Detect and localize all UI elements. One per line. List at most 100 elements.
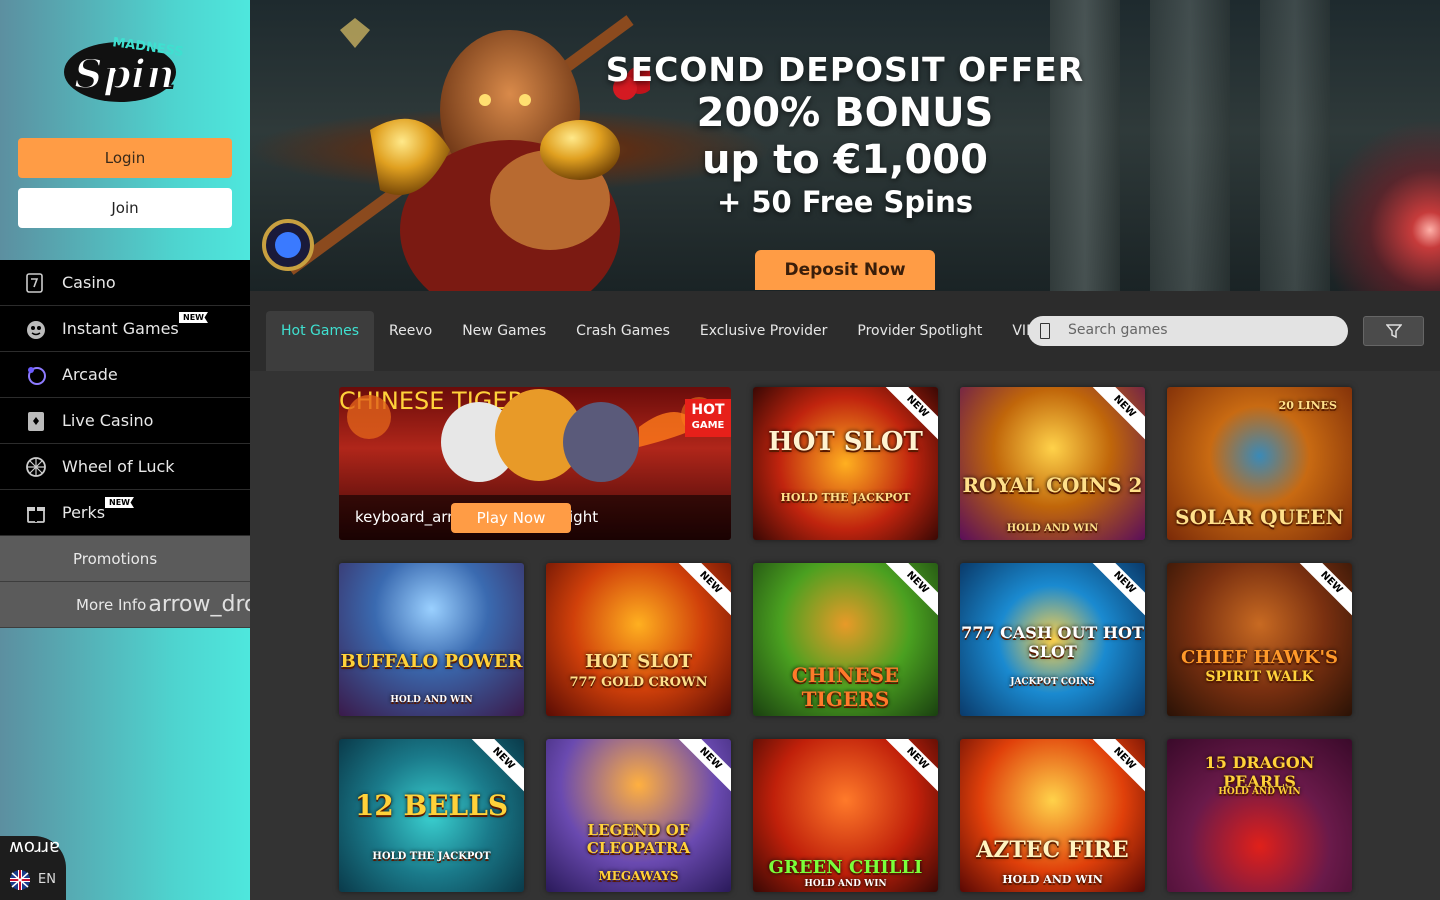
game-card[interactable]: HOT SLOT 777 GOLD CROWN NEW <box>546 563 731 716</box>
new-badge: NEW <box>465 739 524 797</box>
login-button[interactable]: Login <box>18 138 232 178</box>
live-casino-icon <box>24 409 48 433</box>
game-title: HOT SLOT <box>584 651 693 672</box>
promo-banner[interactable]: SECOND DEPOSIT OFFER 200% BONUS up to €1… <box>250 0 1440 291</box>
tab-exclusive-provider[interactable]: Exclusive Provider <box>685 311 843 371</box>
menu-item-casino[interactable]: Casino <box>0 260 250 306</box>
menu-item-wheel-of-luck[interactable]: Wheel of Luck <box>0 444 250 490</box>
game-grid: CHINESE TIGERS HOT GAME keyboard_arrow_l… <box>250 371 1440 900</box>
arcade-icon <box>24 363 48 387</box>
game-category-bar: Hot Games Reevo New Games Crash Games Ex… <box>250 291 1440 371</box>
game-card[interactable]: ROYAL COINS 2 HOLD AND WIN NEW <box>960 387 1145 540</box>
new-badge: NEW <box>879 563 938 621</box>
wheel-icon <box>24 455 48 479</box>
search-icon <box>1040 323 1050 339</box>
join-button[interactable]: Join <box>18 188 232 228</box>
menu-item-live-casino[interactable]: Live Casino <box>0 398 250 444</box>
game-title: CHINESE TIGERS <box>791 663 900 711</box>
banner-line-3: up to €1,000 <box>702 137 988 183</box>
game-card[interactable]: HOT SLOT HOLD THE JACKPOT NEW <box>753 387 938 540</box>
svg-text:Spin: Spin <box>74 51 175 98</box>
tab-provider-spotlight[interactable]: Provider Spotlight <box>842 311 997 371</box>
game-card[interactable]: BUFFALO POWER HOLD AND WIN <box>339 563 524 716</box>
banner-line-1: SECOND DEPOSIT OFFER <box>605 50 1085 89</box>
game-subtitle: HOLD AND WIN <box>1002 873 1103 886</box>
game-card[interactable]: LEGEND OF CLEOPATRA MEGAWAYS NEW <box>546 739 731 892</box>
game-subtitle: HOLD AND WIN <box>390 695 473 705</box>
game-title: HOT SLOT <box>768 427 923 457</box>
deposit-now-button[interactable]: Deposit Now <box>755 250 935 290</box>
game-card[interactable]: CHIEF HAWK'S SPIRIT WALK NEW <box>1167 563 1352 716</box>
banner-line-4: + 50 Free Spins <box>716 185 974 219</box>
game-subtitle: HOLD AND WIN <box>1218 787 1301 797</box>
game-card[interactable]: 15 DRAGON PEARLS HOLD AND WIN <box>1167 739 1352 892</box>
game-title: ROYAL COINS 2 <box>962 473 1143 497</box>
game-subtitle: 20 LINES <box>1278 399 1337 412</box>
tab-new-games[interactable]: New Games <box>447 311 561 371</box>
temple-pillar <box>1260 0 1330 291</box>
menu-item-instant-games[interactable]: Instant Games NEW <box>0 306 250 352</box>
menu-item-label: Wheel of Luck <box>62 457 175 476</box>
game-subtitle: HOLD AND WIN <box>1006 523 1099 534</box>
game-card[interactable]: GREEN CHILLI HOLD AND WIN NEW <box>753 739 938 892</box>
language-selector[interactable]: arrow EN <box>0 836 66 900</box>
banner-line-2: 200% BONUS <box>696 90 994 136</box>
filter-icon <box>1385 324 1402 339</box>
game-title: 777 CASH OUT HOT SLOT <box>961 623 1144 661</box>
menu-item-promotions[interactable]: Promotions <box>0 536 250 582</box>
new-badge: NEW <box>879 739 938 797</box>
new-badge: NEW <box>179 312 208 323</box>
sidebar: Spin MADNESS Login Join Casino Instant G… <box>0 0 250 900</box>
play-now-button[interactable]: Play Now <box>451 503 571 533</box>
menu-item-label: Perks <box>62 503 106 522</box>
menu-item-label: Promotions <box>73 549 158 568</box>
featured-overlay: keyboard_arrow_left ight Play Now <box>339 495 731 540</box>
arrow-drop-down-icon: arrow_drop_down <box>148 592 250 617</box>
game-title: GREEN CHILLI <box>768 857 923 878</box>
game-subtitle: MEGAWAYS <box>598 869 679 883</box>
game-card[interactable]: AZTEC FIRE HOLD AND WIN NEW <box>960 739 1145 892</box>
instant-games-icon <box>24 317 48 341</box>
hot-game-badge: HOT GAME <box>685 399 731 437</box>
game-subtitle: HOLD THE JACKPOT <box>780 491 911 504</box>
tab-reevo[interactable]: Reevo <box>374 311 447 371</box>
new-badge: NEW <box>1086 739 1145 797</box>
hot-badge-line2: GAME <box>691 420 725 431</box>
game-title: AZTEC FIRE <box>976 837 1129 863</box>
game-title: CHIEF HAWK'S <box>1181 647 1338 668</box>
search-input[interactable]: Search games <box>1028 316 1348 346</box>
game-subtitle: SPIRIT WALK <box>1205 669 1314 685</box>
gift-icon <box>24 501 48 525</box>
game-card[interactable]: 777 CASH OUT HOT SLOT JACKPOT COINS NEW <box>960 563 1145 716</box>
menu-item-perks[interactable]: Perks NEW <box>0 490 250 536</box>
new-badge: NEW <box>672 739 731 797</box>
featured-game-card[interactable]: CHINESE TIGERS HOT GAME keyboard_arrow_l… <box>339 387 731 540</box>
new-badge: NEW <box>1293 563 1352 621</box>
menu-item-more-info[interactable]: More Info arrow_drop_down <box>0 582 250 628</box>
game-card[interactable]: 12 BELLS HOLD THE JACKPOT NEW <box>339 739 524 892</box>
menu-item-arcade[interactable]: Arcade <box>0 352 250 398</box>
game-card[interactable]: CHINESE TIGERS NEW <box>753 563 938 716</box>
game-title: LEGEND OF CLEOPATRA <box>586 821 691 857</box>
game-subtitle: 777 GOLD CROWN <box>569 675 708 690</box>
new-badge: NEW <box>105 497 134 508</box>
main-menu: Casino Instant Games NEW Arcade Live Cas… <box>0 260 250 628</box>
new-badge: NEW <box>672 563 731 621</box>
tab-crash-games[interactable]: Crash Games <box>561 311 685 371</box>
language-code: EN <box>38 872 56 887</box>
keyboard-arrow-right-icon[interactable]: ight <box>569 508 598 526</box>
filter-button[interactable] <box>1363 316 1424 346</box>
game-title: 12 BELLS <box>354 789 509 822</box>
game-subtitle: HOLD AND WIN <box>804 879 887 889</box>
new-badge: NEW <box>1086 563 1145 621</box>
menu-item-label: Instant Games <box>62 319 179 338</box>
tab-hot-games[interactable]: Hot Games <box>266 311 375 371</box>
game-subtitle: JACKPOT COINS <box>1010 677 1095 687</box>
uk-flag-icon <box>9 870 31 890</box>
madness-spin-logo[interactable]: Spin MADNESS <box>60 28 190 106</box>
game-card[interactable]: 20 LINES SOLAR QUEEN <box>1167 387 1352 540</box>
game-subtitle: HOLD THE JACKPOT <box>372 851 491 862</box>
menu-item-label: More Info <box>76 595 147 614</box>
hot-badge-line1: HOT <box>691 402 725 418</box>
search-placeholder: Search games <box>1068 322 1168 338</box>
